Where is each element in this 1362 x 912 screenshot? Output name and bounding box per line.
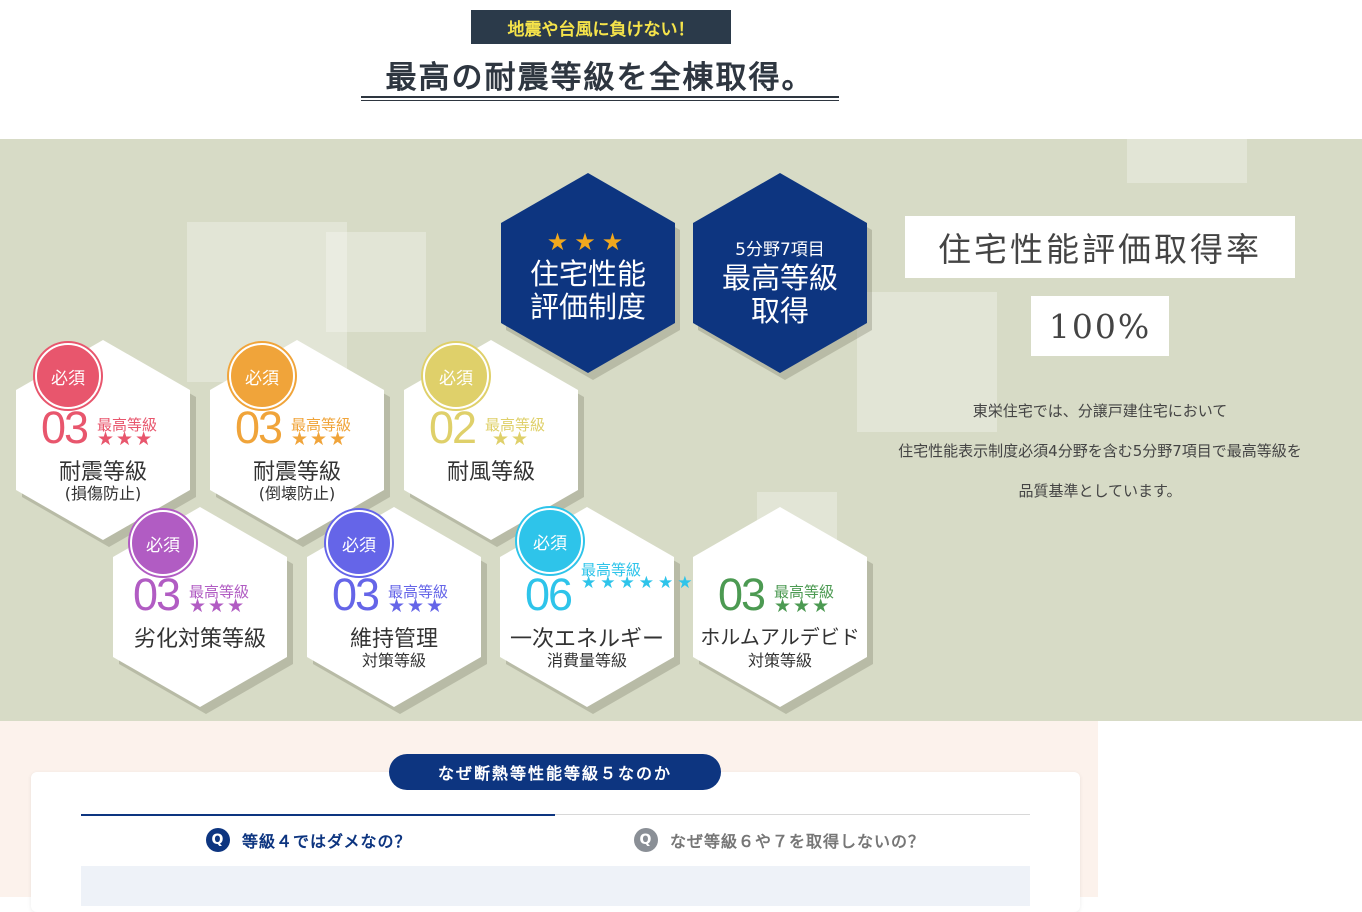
stars-icon: ★★★ <box>291 428 349 450</box>
grade-number: 02 <box>429 402 477 453</box>
question-icon: Q <box>206 828 230 852</box>
rate-description-line2: 住宅性能表示制度必須4分野を含む5分野7項目で最高等級を <box>898 442 1302 460</box>
headline-underline <box>361 96 839 98</box>
hex-subtitle: 対策等級 <box>361 651 426 670</box>
hex-subtitle: (損傷防止) <box>64 484 142 503</box>
stars-icon: ★★★★★★ <box>581 573 697 593</box>
deco-square <box>1127 139 1247 183</box>
faq-heading-pill: なぜ断熱等性能等級５なのか <box>389 754 721 790</box>
headline-underline-thin <box>361 100 839 101</box>
tab-grade4[interactable]: Q 等級４ではダメなの？ <box>206 828 412 852</box>
hex-small-label: 5分野7項目 <box>735 240 825 260</box>
hex-subtitle: 対策等級 <box>747 651 812 670</box>
rate-value: 100% <box>1031 296 1169 356</box>
rate-title: 住宅性能評価取得率 <box>905 216 1295 278</box>
hex-title: 劣化対策等級 <box>133 627 266 652</box>
tab-grade6-7[interactable]: Q なぜ等級６や７を取得しないの？ <box>634 828 925 852</box>
stars-icon: ★★★ <box>774 595 832 617</box>
grade-number: 03 <box>235 402 283 453</box>
hex-line1: 最高等級 <box>721 261 838 295</box>
stars-icon: ★★★ <box>189 595 247 617</box>
grade-number: 03 <box>332 569 380 620</box>
grade-number: 03 <box>718 569 766 620</box>
stars-icon: ★★ <box>492 428 531 450</box>
required-badge: 必須 <box>130 510 196 576</box>
required-badge: 必須 <box>423 343 489 409</box>
hex-line2: 評価制度 <box>529 290 646 324</box>
required-badge: 必須 <box>229 343 295 409</box>
page-headline: 最高の耐震等級を全棟取得。 <box>385 60 815 96</box>
required-badge: 必須 <box>517 508 583 574</box>
rate-description-line1: 東栄住宅では、分譲戸建住宅において <box>972 402 1228 420</box>
hex-subtitle: 消費量等級 <box>546 651 627 670</box>
hex-line1: 住宅性能 <box>529 257 646 291</box>
tagline-banner: 地震や台風に負けない！ <box>471 10 731 44</box>
tab-label: なぜ等級６や７を取得しないの？ <box>670 832 926 851</box>
hex-title: ホルムアルデビド <box>700 625 860 649</box>
stars-icon: ★★★ <box>388 595 446 617</box>
hex-line2: 取得 <box>750 294 809 328</box>
rate-description-line3: 品質基準としています。 <box>1018 482 1182 500</box>
three-stars-icon: ★★★ <box>546 228 630 256</box>
hex-subtitle: (倒壊防止) <box>258 484 336 503</box>
grade-number: 03 <box>133 569 181 620</box>
required-badge: 必須 <box>35 343 101 409</box>
answer-panel <box>81 866 1030 906</box>
grade-number: 06 <box>525 569 573 620</box>
hex-title: 耐風等級 <box>446 460 535 485</box>
grade-number: 03 <box>41 402 89 453</box>
tab-divider <box>555 814 1030 815</box>
tab-label: 等級４ではダメなの？ <box>242 832 412 851</box>
question-icon: Q <box>634 828 658 852</box>
tab-active-indicator <box>81 814 555 816</box>
deco-square <box>326 232 426 332</box>
stars-icon: ★★★ <box>97 428 155 450</box>
required-badge: 必須 <box>326 510 392 576</box>
